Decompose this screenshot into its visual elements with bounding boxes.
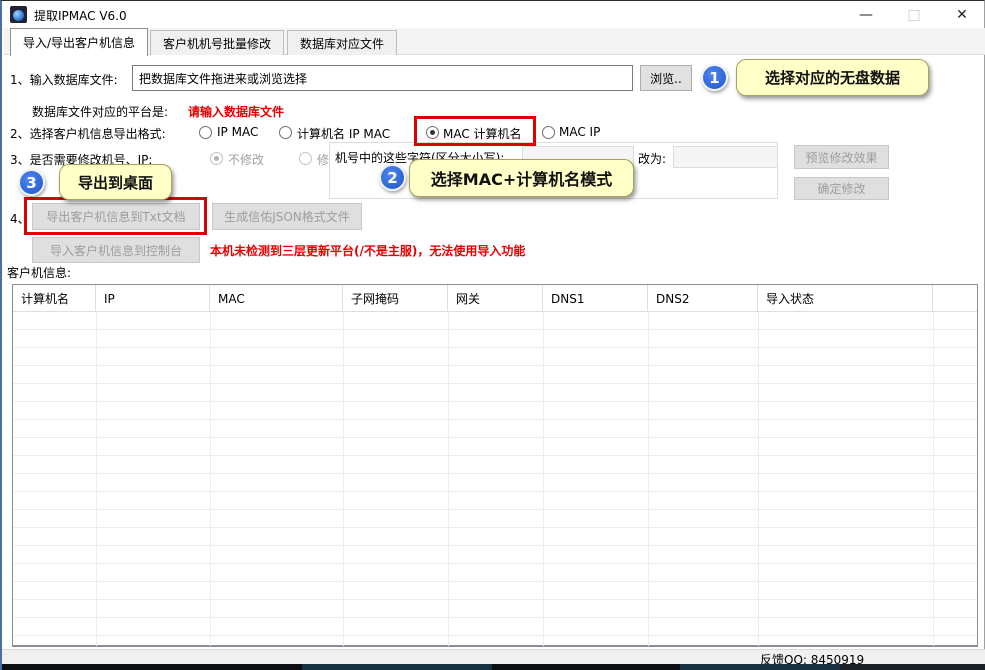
change-to-label: 改为:	[638, 150, 666, 167]
close-button[interactable]: ✕	[939, 1, 985, 28]
tab-db-files[interactable]: 数据库对应文件	[287, 30, 397, 55]
grid-line	[933, 312, 934, 646]
app-window: 提取IPMAC V6.0 — □ ✕ 导入/导出客户机信息 客户机机号批量修改 …	[0, 0, 985, 670]
client-info-label: 客户机信息:	[7, 264, 71, 281]
db-file-input[interactable]: 把数据库文件拖进来或浏览选择	[132, 65, 633, 91]
col-subnet-mask[interactable]: 子网掩码	[343, 285, 448, 312]
import-console-button: 导入客户机信息到控制台	[32, 237, 200, 263]
title-bar: 提取IPMAC V6.0 — □ ✕	[2, 1, 984, 28]
desktop-segment	[302, 664, 492, 670]
db-file-label: 1、输入数据库文件:	[10, 71, 118, 88]
grid-line	[648, 312, 649, 646]
tab-strip: 导入/导出客户机信息 客户机机号批量修改 数据库对应文件	[4, 28, 985, 55]
desktop-strip	[2, 664, 985, 670]
import-warning-text: 本机未检测到三层更新平台(/不是主服)，无法使用导入功能	[210, 242, 525, 259]
desktop-segment	[680, 664, 840, 670]
minimize-button[interactable]: —	[843, 1, 889, 28]
maximize-button: □	[891, 1, 937, 28]
annotation-callout-3: 导出到桌面	[59, 164, 172, 200]
browse-button[interactable]: 浏览..	[640, 65, 692, 91]
col-computer-name[interactable]: 计算机名	[13, 285, 96, 312]
radio-no-modify	[210, 152, 223, 165]
platform-label: 数据库文件对应的平台是:	[32, 103, 168, 120]
radio-mac-ip[interactable]	[542, 126, 555, 139]
col-mac[interactable]: MAC	[210, 285, 343, 312]
platform-value: 请输入数据库文件	[188, 103, 284, 120]
client-info-table[interactable]: 计算机名 IP MAC 子网掩码 网关 DNS1 DNS2 导入状态	[12, 284, 978, 647]
tab-batch-modify[interactable]: 客户机机号批量修改	[150, 30, 284, 55]
radio-name-ip-mac-label[interactable]: 计算机名 IP MAC	[297, 125, 390, 142]
col-ip[interactable]: IP	[96, 285, 210, 312]
radio-ip-mac-label[interactable]: IP MAC	[217, 125, 258, 139]
grid-line	[96, 312, 97, 646]
col-dns2[interactable]: DNS2	[648, 285, 758, 312]
desktop-segment	[840, 664, 985, 670]
annotation-callout-1: 选择对应的无盘数据	[736, 59, 929, 96]
annotation-box-export-txt	[24, 197, 207, 235]
radio-name-ip-mac[interactable]	[279, 126, 292, 139]
grid-line	[758, 312, 759, 646]
annotation-box-mac-name	[414, 116, 536, 146]
app-icon	[10, 6, 27, 23]
col-gateway[interactable]: 网关	[448, 285, 543, 312]
window-title: 提取IPMAC V6.0	[34, 7, 127, 24]
col-empty	[933, 285, 977, 312]
annotation-circle-3: 3	[18, 169, 45, 196]
radio-ip-mac[interactable]	[199, 126, 212, 139]
grid-line	[543, 312, 544, 646]
radio-no-modify-label: 不修改	[228, 151, 264, 168]
export-format-label: 2、选择客户机信息导出格式:	[10, 125, 166, 142]
radio-mac-ip-label[interactable]: MAC IP	[559, 125, 600, 139]
annotation-circle-1: 1	[701, 64, 728, 91]
col-import-status[interactable]: 导入状态	[758, 285, 933, 312]
grid-line	[210, 312, 211, 646]
generate-json-button: 生成信佑JSON格式文件	[212, 203, 362, 230]
change-to-input	[673, 146, 778, 168]
table-body	[13, 312, 977, 646]
confirm-modify-button: 确定修改	[794, 177, 889, 200]
annotation-circle-2: 2	[379, 164, 406, 191]
radio-modify	[299, 152, 312, 165]
annotation-callout-2: 选择MAC+计算机名模式	[409, 159, 634, 197]
grid-line	[448, 312, 449, 646]
tab-import-export[interactable]: 导入/导出客户机信息	[10, 28, 148, 56]
table-header: 计算机名 IP MAC 子网掩码 网关 DNS1 DNS2 导入状态	[13, 285, 977, 312]
col-dns1[interactable]: DNS1	[543, 285, 648, 312]
preview-modify-button: 预览修改效果	[794, 145, 889, 169]
status-bar: 反馈QQ: 8450919	[2, 649, 985, 664]
grid-line	[343, 312, 344, 646]
